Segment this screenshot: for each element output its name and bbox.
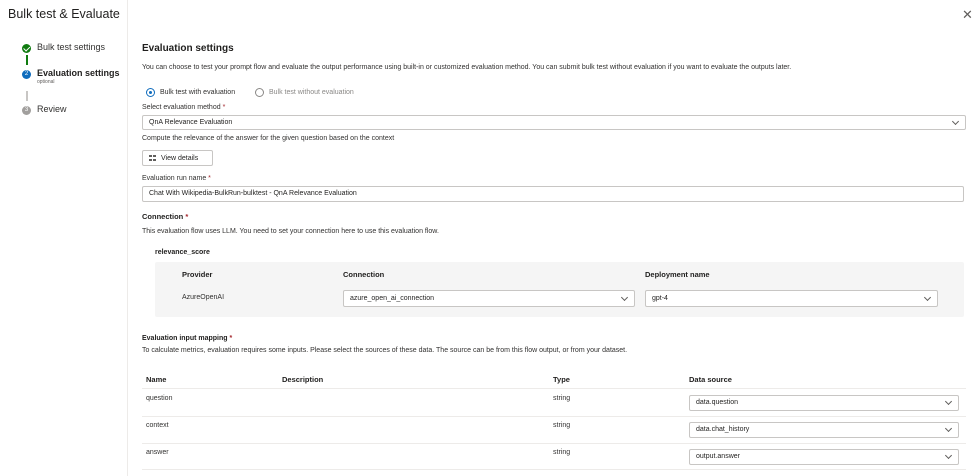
chevron-down-icon (944, 424, 953, 433)
row-divider (142, 416, 966, 417)
dropdown-value: data.chat_history (696, 426, 750, 433)
provider-value: AzureOpenAI (182, 294, 225, 301)
chevron-down-icon (923, 293, 932, 302)
radio-bulk-test-with-evaluation[interactable]: Bulk test with evaluation (146, 88, 235, 97)
step-number-icon: 2 (22, 70, 31, 79)
column-header-data-source: Data source (689, 375, 732, 384)
button-label: View details (161, 154, 199, 162)
input-value: Chat With Wikipedia-BulkRun-bulktest - Q… (149, 190, 357, 197)
close-icon[interactable]: ✕ (962, 8, 973, 21)
method-label: Select evaluation method * (142, 104, 226, 111)
data-source-dropdown[interactable]: data.question (689, 395, 959, 411)
chevron-down-icon (620, 293, 629, 302)
connection-dropdown[interactable]: azure_open_ai_connection (343, 290, 635, 307)
column-header-connection: Connection (343, 270, 385, 279)
page-title: Evaluation settings (142, 43, 234, 54)
step-connector (26, 55, 28, 65)
data-source-dropdown[interactable]: output.answer (689, 449, 959, 465)
step-review[interactable]: 3 Review (22, 104, 67, 115)
evaluation-method-dropdown[interactable]: QnA Relevance Evaluation (142, 115, 966, 130)
page-description: You can choose to test your prompt flow … (142, 64, 792, 71)
step-label: Evaluation settings optional (37, 68, 120, 85)
dropdown-value: output.answer (696, 453, 740, 460)
grid-icon (149, 154, 156, 162)
mapping-label: Evaluation input mapping * (142, 335, 233, 342)
stepper: Bulk test settings 2 Evaluation settings… (0, 0, 128, 476)
connection-description: This evaluation flow uses LLM. You need … (142, 228, 439, 235)
data-source-dropdown[interactable]: data.chat_history (689, 422, 959, 438)
connection-table: Provider Connection Deployment name Azur… (155, 262, 964, 317)
column-header-name: Name (146, 375, 167, 384)
step-connector (26, 91, 28, 101)
node-name: relevance_score (155, 249, 210, 256)
step-number-icon: 3 (22, 106, 31, 115)
radio-bulk-test-without-evaluation[interactable]: Bulk test without evaluation (255, 88, 354, 97)
mapping-description: To calculate metrics, evaluation require… (142, 347, 628, 354)
column-header-provider: Provider (182, 270, 213, 279)
dropdown-value: gpt-4 (652, 295, 668, 302)
column-header-deployment: Deployment name (645, 270, 710, 279)
row-name: answer (146, 449, 169, 456)
row-name: context (146, 422, 169, 429)
run-name-input[interactable]: Chat With Wikipedia-BulkRun-bulktest - Q… (142, 186, 964, 202)
dropdown-value: azure_open_ai_connection (350, 295, 435, 302)
connection-label: Connection * (142, 212, 189, 221)
row-name: question (146, 395, 173, 402)
dropdown-value: QnA Relevance Evaluation (149, 119, 233, 126)
method-description: Compute the relevance of the answer for … (142, 135, 395, 142)
step-label-text: Evaluation settings (37, 68, 120, 78)
row-divider (142, 443, 966, 444)
header-divider (142, 388, 966, 389)
step-evaluation-settings[interactable]: 2 Evaluation settings optional (22, 68, 120, 85)
run-name-label: Evaluation run name * (142, 175, 211, 182)
deployment-dropdown[interactable]: gpt-4 (645, 290, 938, 307)
row-type: string (553, 449, 571, 456)
radio-label: Bulk test with evaluation (160, 89, 236, 96)
step-bulk-test-settings[interactable]: Bulk test settings (22, 42, 105, 53)
row-type: string (553, 422, 571, 429)
step-label: Bulk test settings (37, 42, 106, 52)
radio-unselected-icon (255, 88, 264, 97)
row-type: string (553, 395, 571, 402)
dropdown-value: data.question (696, 399, 739, 406)
radio-selected-icon (146, 88, 155, 97)
row-divider (142, 469, 966, 470)
chevron-down-icon (944, 451, 953, 460)
chevron-down-icon (951, 117, 960, 126)
step-sublabel: optional (37, 79, 55, 85)
column-header-description: Description (282, 375, 324, 384)
chevron-down-icon (944, 397, 953, 406)
check-icon (22, 44, 31, 53)
radio-label: Bulk test without evaluation (269, 89, 354, 96)
column-header-type: Type (553, 375, 570, 384)
view-details-button[interactable]: View details (142, 150, 213, 166)
step-label: Review (37, 104, 67, 114)
